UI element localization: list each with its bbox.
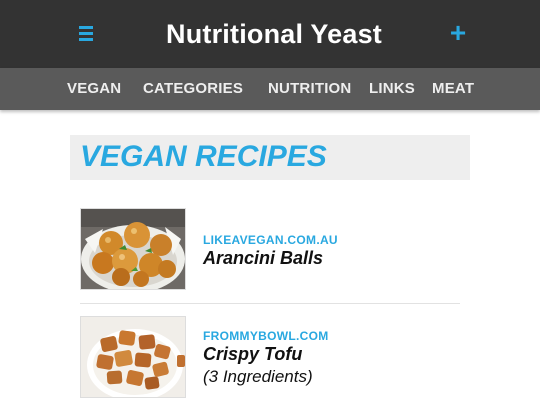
nav-item-links[interactable]: LINKS xyxy=(369,80,415,98)
recipe-item-crispy-tofu[interactable]: FROMMYBOWL.COM Crispy Tofu (3 Ingredient… xyxy=(80,316,460,406)
recipe-item-arancini[interactable]: LIKEAVEGAN.COM.AU Arancini Balls xyxy=(80,208,460,298)
nav-item-nutrition[interactable]: NUTRITION xyxy=(268,80,351,98)
recipe-title: Crispy Tofu xyxy=(203,344,303,364)
arancini-balls-image xyxy=(81,209,185,289)
plus-icon[interactable]: + xyxy=(446,18,470,48)
category-nav: VEGAN CATEGORIES NUTRITION LINKS MEAT xyxy=(0,68,540,110)
crispy-tofu-image xyxy=(81,317,185,397)
recipe-title: Arancini Balls xyxy=(203,248,324,268)
recipe-source: LIKEAVEGAN.COM.AU xyxy=(203,233,338,247)
recipe-source: FROMMYBOWL.COM xyxy=(203,329,329,343)
recipe-subtitle: (3 Ingredients) xyxy=(203,367,313,386)
app-header: Nutritional Yeast + xyxy=(0,0,540,68)
section-title: VEGAN RECIPES xyxy=(80,140,327,173)
section-header: VEGAN RECIPES xyxy=(70,135,470,180)
recipe-thumbnail xyxy=(80,208,186,290)
recipe-thumbnail xyxy=(80,316,186,398)
nav-item-categories[interactable]: CATEGORIES xyxy=(143,80,243,98)
nav-item-meat[interactable]: MEAT xyxy=(432,80,474,98)
recipe-divider xyxy=(80,303,460,304)
nav-item-vegan[interactable]: VEGAN xyxy=(67,80,121,98)
